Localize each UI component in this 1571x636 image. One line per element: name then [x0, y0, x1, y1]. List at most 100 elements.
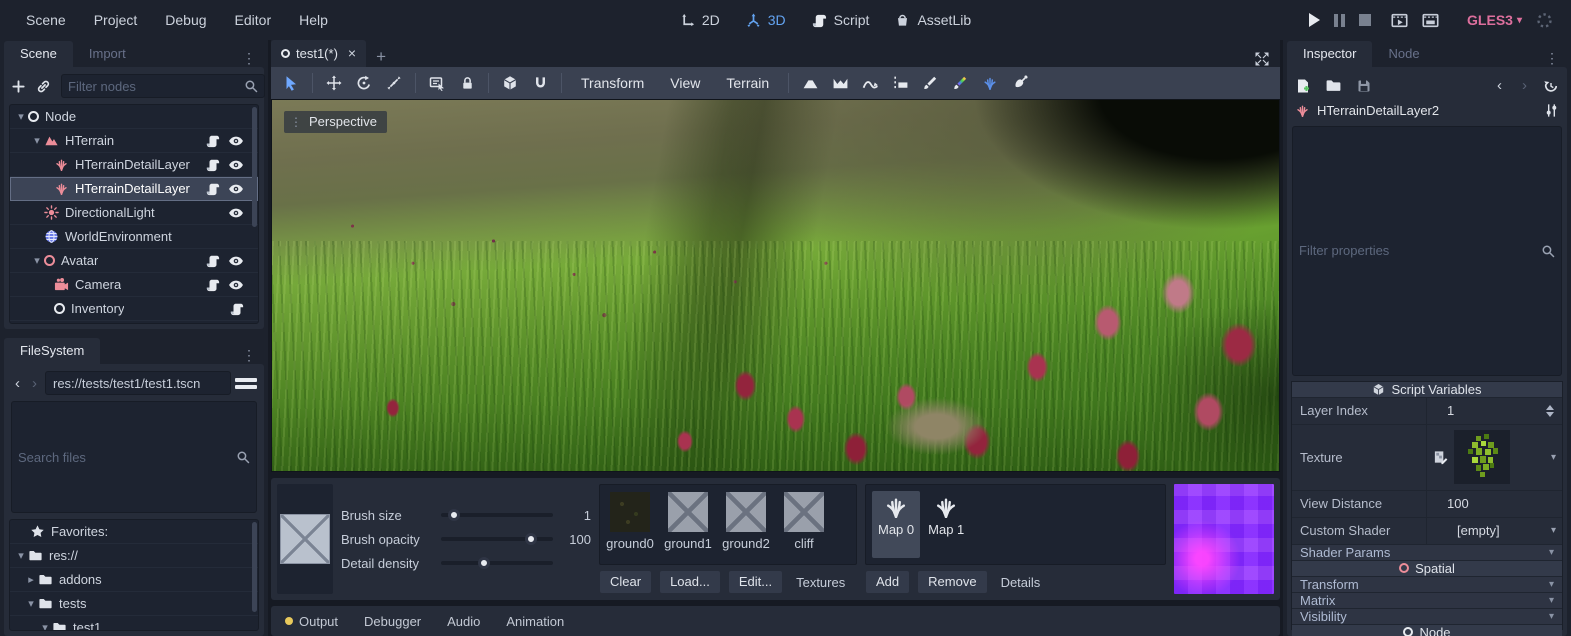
expand-icon[interactable]: ▸: [24, 573, 38, 586]
terrain-raise-tool[interactable]: [796, 70, 824, 96]
tree-row-directionallight[interactable]: DirectionalLight: [10, 201, 258, 225]
tab-node[interactable]: Node: [1372, 41, 1435, 67]
terrain-holes-tool[interactable]: [1006, 70, 1034, 96]
history-forward-button[interactable]: ›: [1518, 77, 1531, 94]
save-resource-button[interactable]: [1356, 78, 1372, 94]
tree-row-clipped[interactable]: [10, 321, 258, 324]
rotate-tool-button[interactable]: [350, 70, 378, 96]
output-tab[interactable]: Output: [285, 614, 338, 629]
menu-scene[interactable]: Scene: [12, 12, 80, 28]
collapse-icon[interactable]: ▾: [14, 110, 28, 123]
collapse-icon[interactable]: ▾: [30, 254, 44, 267]
object-tools-icon[interactable]: [1544, 103, 1559, 118]
terrain-detail-tool[interactable]: [976, 70, 1004, 96]
edit-resource-icon[interactable]: [1433, 450, 1448, 465]
video-driver-select[interactable]: GLES3▾: [1467, 12, 1522, 28]
fs-row-res[interactable]: ▾ res://: [10, 544, 258, 568]
brush-shape-preview[interactable]: [280, 514, 330, 564]
lock-icon[interactable]: [453, 70, 481, 96]
tree-row-hterraindetaillayer-2[interactable]: HTerrainDetailLayer: [10, 177, 258, 201]
terrain-lower-tool[interactable]: [826, 70, 854, 96]
view-distance-value[interactable]: 100: [1447, 496, 1469, 511]
fs-current-path[interactable]: res://tests/test1/test1.tscn: [45, 371, 231, 395]
scene-tree-scrollbar[interactable]: [252, 107, 257, 227]
move-tool-button[interactable]: [320, 70, 348, 96]
fs-row-test1[interactable]: ▾ test1: [10, 616, 258, 631]
terrain-smooth-tool[interactable]: [856, 70, 884, 96]
transform-menu[interactable]: Transform: [569, 75, 656, 91]
chevron-down-icon[interactable]: ▾: [1551, 525, 1556, 536]
list-select-tool-button[interactable]: [423, 70, 451, 96]
local-space-icon[interactable]: [496, 70, 524, 96]
layer-index-spinner[interactable]: [1546, 405, 1556, 417]
mode-script[interactable]: Script: [812, 12, 870, 28]
tree-row-inventory[interactable]: Inventory: [10, 297, 258, 321]
terrain-paint-tool[interactable]: [916, 70, 944, 96]
snap-icon[interactable]: [526, 70, 554, 96]
scene-tab-test1[interactable]: test1(*) ×: [271, 40, 366, 67]
tab-scene[interactable]: Scene: [4, 41, 73, 67]
node-category-header[interactable]: Node: [1292, 625, 1562, 636]
script-icon[interactable]: [206, 182, 220, 196]
brush-opacity-slider[interactable]: [441, 537, 553, 541]
debugger-tab[interactable]: Debugger: [364, 614, 421, 629]
texture-item-cliff[interactable]: cliff: [782, 492, 826, 557]
add-node-button[interactable]: [11, 79, 26, 94]
script-icon[interactable]: [206, 254, 220, 268]
visibility-eye-icon[interactable]: [228, 133, 244, 149]
map-item-1[interactable]: Map 1: [922, 491, 970, 558]
fs-forward-button[interactable]: ›: [28, 375, 41, 392]
mode-assetlib[interactable]: AssetLib: [895, 12, 971, 28]
layer-index-value[interactable]: 1: [1447, 403, 1454, 418]
spatial-category-header[interactable]: Spatial: [1292, 561, 1562, 577]
tab-inspector[interactable]: Inspector: [1287, 41, 1372, 67]
search-files-input[interactable]: [18, 450, 236, 465]
mode-2d[interactable]: 2D: [680, 12, 720, 28]
menu-debug[interactable]: Debug: [151, 12, 220, 28]
history-icon[interactable]: [1543, 78, 1559, 94]
group-visibility[interactable]: Visibility▾: [1292, 609, 1562, 625]
terrain-color-paint-tool[interactable]: [946, 70, 974, 96]
script-icon[interactable]: [206, 134, 220, 148]
stop-button[interactable]: [1359, 14, 1371, 26]
scale-tool-button[interactable]: [380, 70, 408, 96]
map-item-0[interactable]: Map 0: [872, 491, 920, 558]
fs-row-tests[interactable]: ▾ tests: [10, 592, 258, 616]
update-spinner-icon[interactable]: [1536, 12, 1553, 29]
tree-row-node[interactable]: ▾ Node: [10, 105, 258, 129]
audio-tab[interactable]: Audio: [447, 614, 480, 629]
tree-row-hterraindetaillayer-1[interactable]: HTerrainDetailLayer: [10, 153, 258, 177]
play-custom-scene-button[interactable]: [1422, 12, 1439, 29]
inspector-dock-menu-icon[interactable]: ⋮: [1537, 50, 1567, 67]
new-scene-tab-button[interactable]: +: [366, 47, 396, 67]
texture-item-ground1[interactable]: ground1: [666, 492, 710, 557]
filesystem-scrollbar[interactable]: [252, 522, 257, 612]
new-resource-button[interactable]: [1295, 78, 1311, 94]
pause-button[interactable]: [1334, 14, 1345, 27]
chevron-down-icon[interactable]: ▾: [1551, 452, 1556, 463]
remove-map-button[interactable]: Remove: [917, 570, 987, 594]
tree-row-camera[interactable]: Camera: [10, 273, 258, 297]
edit-texture-button[interactable]: Edit...: [728, 570, 783, 594]
filter-properties-input[interactable]: [1299, 243, 1541, 258]
menu-editor[interactable]: Editor: [221, 12, 286, 28]
fs-row-addons[interactable]: ▸ addons: [10, 568, 258, 592]
fs-split-mode-icon[interactable]: [235, 372, 257, 394]
menu-project[interactable]: Project: [80, 12, 152, 28]
group-transform[interactable]: Transform▾: [1292, 577, 1562, 593]
group-shader-params[interactable]: Shader Params▾: [1292, 545, 1562, 561]
visibility-eye-icon[interactable]: [228, 277, 244, 293]
detail-density-slider[interactable]: [441, 561, 553, 565]
instance-scene-button[interactable]: [36, 79, 51, 94]
history-back-button[interactable]: ‹: [1493, 77, 1506, 94]
scene-dock-menu-icon[interactable]: ⋮: [234, 50, 264, 67]
view-menu[interactable]: View: [658, 75, 712, 91]
texture-preview-thumbnail[interactable]: [1454, 430, 1510, 484]
tree-row-worldenvironment[interactable]: WorldEnvironment: [10, 225, 258, 249]
terrain-flatten-tool[interactable]: [886, 70, 914, 96]
perspective-menu[interactable]: ⋮ Perspective: [284, 111, 387, 133]
play-button[interactable]: [1309, 13, 1320, 27]
terrain-menu[interactable]: Terrain: [714, 75, 781, 91]
add-map-button[interactable]: Add: [865, 570, 910, 594]
visibility-eye-icon[interactable]: [228, 205, 244, 221]
